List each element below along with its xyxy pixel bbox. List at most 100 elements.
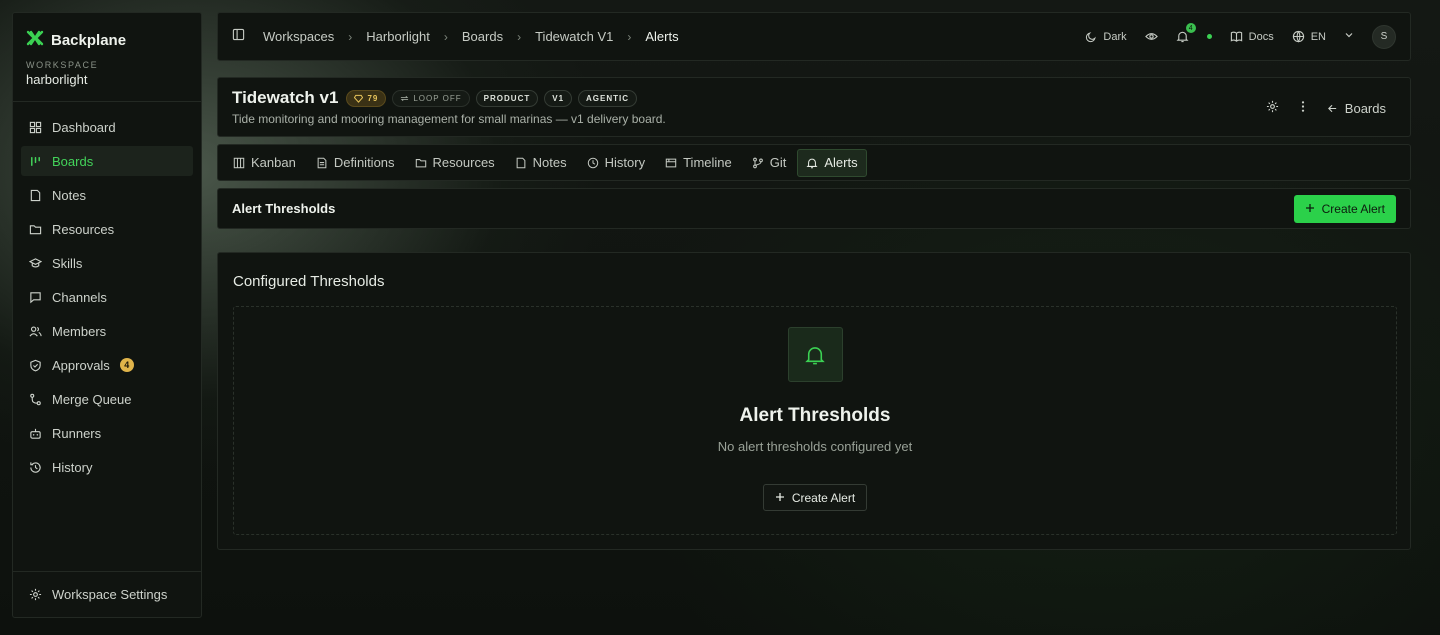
bell-icon (806, 158, 818, 168)
tab-label: Timeline (683, 155, 732, 170)
sidebar-item-merge-queue[interactable]: Merge Queue (21, 384, 193, 414)
score-value: 79 (367, 93, 379, 103)
language-select[interactable]: EN (1292, 30, 1326, 43)
avatar[interactable]: S (1372, 24, 1396, 49)
sidebar-item-channels[interactable]: Channels (21, 282, 193, 312)
chevron-right-icon: › (627, 29, 632, 44)
notification-count-badge: 4 (1185, 23, 1196, 33)
moon-icon (1086, 31, 1097, 42)
empty-state-title: Alert Thresholds (739, 405, 891, 426)
sidebar-nav: Dashboard Boards Notes Resources Skills … (13, 102, 201, 482)
back-label: Boards (1344, 100, 1386, 116)
sidebar-item-history[interactable]: History (21, 452, 193, 482)
theme-toggle[interactable]: Dark (1085, 30, 1127, 43)
sidebar-item-label: Dashboard (52, 119, 116, 135)
tab-resources[interactable]: Resources (406, 149, 504, 177)
tab-label: Definitions (333, 155, 395, 170)
sidebar-item-resources[interactable]: Resources (21, 214, 193, 244)
loop-label: LOOP OFF (413, 93, 462, 103)
breadcrumb-workspaces[interactable]: Workspaces (263, 29, 334, 44)
eye-icon (1144, 33, 1158, 40)
sidebar-item-label: Members (52, 323, 107, 339)
diamond-icon (354, 94, 364, 103)
plus-icon (1305, 202, 1315, 216)
board-tabs: Kanban Definitions Resources Notes Histo… (217, 144, 1411, 181)
board-header: Tidewatch v1 79 LOOP OFF PRODUCT V1 AGEN… (217, 77, 1411, 137)
breadcrumb-boards[interactable]: Boards (462, 29, 503, 44)
status-online-dot (1206, 34, 1212, 39)
breadcrumb-board[interactable]: Tidewatch V1 (535, 29, 613, 44)
workspace-settings-link[interactable]: Workspace Settings (13, 571, 201, 617)
board-description: Tide monitoring and mooring management f… (232, 112, 666, 126)
chevron-down-icon[interactable] (1344, 30, 1354, 43)
boards-icon (31, 156, 40, 166)
tab-alerts[interactable]: Alerts (797, 148, 867, 177)
members-icon (29, 325, 42, 337)
backplane-logo-icon (26, 29, 44, 52)
sidebar-item-dashboard[interactable]: Dashboard (21, 112, 193, 142)
board-settings-icon[interactable] (1266, 100, 1279, 116)
top-bar: Workspaces › Harborlight › Boards › Tide… (217, 12, 1411, 61)
tab-kanban[interactable]: Kanban (224, 149, 305, 177)
create-alert-button[interactable]: Create Alert (1293, 194, 1396, 223)
tab-git[interactable]: Git (743, 149, 796, 177)
sidebar-item-runners[interactable]: Runners (21, 418, 193, 448)
empty-state-subtitle: No alert thresholds configured yet (717, 439, 913, 454)
chevron-right-icon: › (517, 29, 522, 44)
book-icon (1230, 31, 1242, 42)
theme-label: Dark (1103, 30, 1127, 43)
top-bar-actions: Dark 4 Docs EN S (1085, 23, 1396, 49)
document-icon (317, 157, 327, 168)
kanban-icon (233, 157, 245, 168)
empty-create-alert-button[interactable]: Create Alert (762, 484, 868, 511)
folder-icon (29, 224, 42, 234)
tab-label: Git (769, 155, 787, 170)
sidebar-item-label: History (52, 459, 93, 475)
tab-timeline[interactable]: Timeline (656, 149, 741, 177)
sidebar-item-members[interactable]: Members (21, 316, 193, 346)
note-icon (30, 189, 41, 201)
back-to-boards-button[interactable]: Boards (1327, 101, 1386, 116)
tab-notes[interactable]: Notes (506, 149, 576, 177)
sidebar-toggle-icon[interactable] (232, 28, 245, 46)
dashboard-icon (29, 121, 42, 133)
visibility-toggle[interactable] (1144, 30, 1158, 43)
chevron-right-icon: › (443, 29, 448, 44)
sidebar-item-boards[interactable]: Boards (21, 146, 193, 176)
board-title: Tidewatch v1 (232, 88, 339, 107)
tab-label: History (604, 155, 646, 170)
sidebar-item-skills[interactable]: Skills (21, 248, 193, 278)
note-icon (516, 157, 526, 168)
breadcrumb-harborlight[interactable]: Harborlight (366, 29, 430, 44)
tab-definitions[interactable]: Definitions (307, 149, 404, 177)
docs-link[interactable]: Docs (1230, 30, 1274, 43)
sidebar-item-approvals[interactable]: Approvals 4 (21, 350, 193, 380)
breadcrumb-current: Alerts (645, 29, 679, 44)
workspace-name[interactable]: harborlight (13, 70, 201, 94)
bot-icon (30, 428, 41, 439)
configured-thresholds-card: Configured Thresholds Alert Thresholds N… (217, 252, 1411, 550)
sidebar-item-label: Boards (52, 153, 94, 169)
brand[interactable]: Backplane (13, 13, 201, 53)
merge-icon (30, 393, 41, 405)
score-badge: 79 (346, 89, 387, 107)
more-vertical-icon[interactable] (1301, 100, 1305, 116)
tab-history[interactable]: History (578, 149, 654, 177)
chevron-right-icon: › (348, 29, 353, 44)
loop-toggle[interactable]: LOOP OFF (392, 89, 470, 107)
tab-label: Resources (432, 155, 495, 170)
docs-label: Docs (1248, 30, 1274, 43)
board-header-actions: Boards (1266, 100, 1386, 116)
breadcrumb: Workspaces › Harborlight › Boards › Tide… (263, 29, 679, 44)
folder-icon (415, 158, 426, 167)
notifications-button[interactable]: 4 (1176, 23, 1196, 43)
tab-label: Kanban (251, 155, 296, 170)
sidebar-item-notes[interactable]: Notes (21, 180, 193, 210)
tag-v1: V1 (544, 89, 573, 107)
empty-state-bell-icon (787, 327, 843, 382)
approvals-count-badge: 4 (119, 358, 134, 372)
sidebar-item-label: Notes (52, 187, 86, 203)
workspace-settings-label: Workspace Settings (52, 587, 168, 602)
avatar-initial: S (1380, 31, 1388, 42)
sidebar: Backplane WORKSPACE harborlight Dashboar… (12, 12, 202, 618)
